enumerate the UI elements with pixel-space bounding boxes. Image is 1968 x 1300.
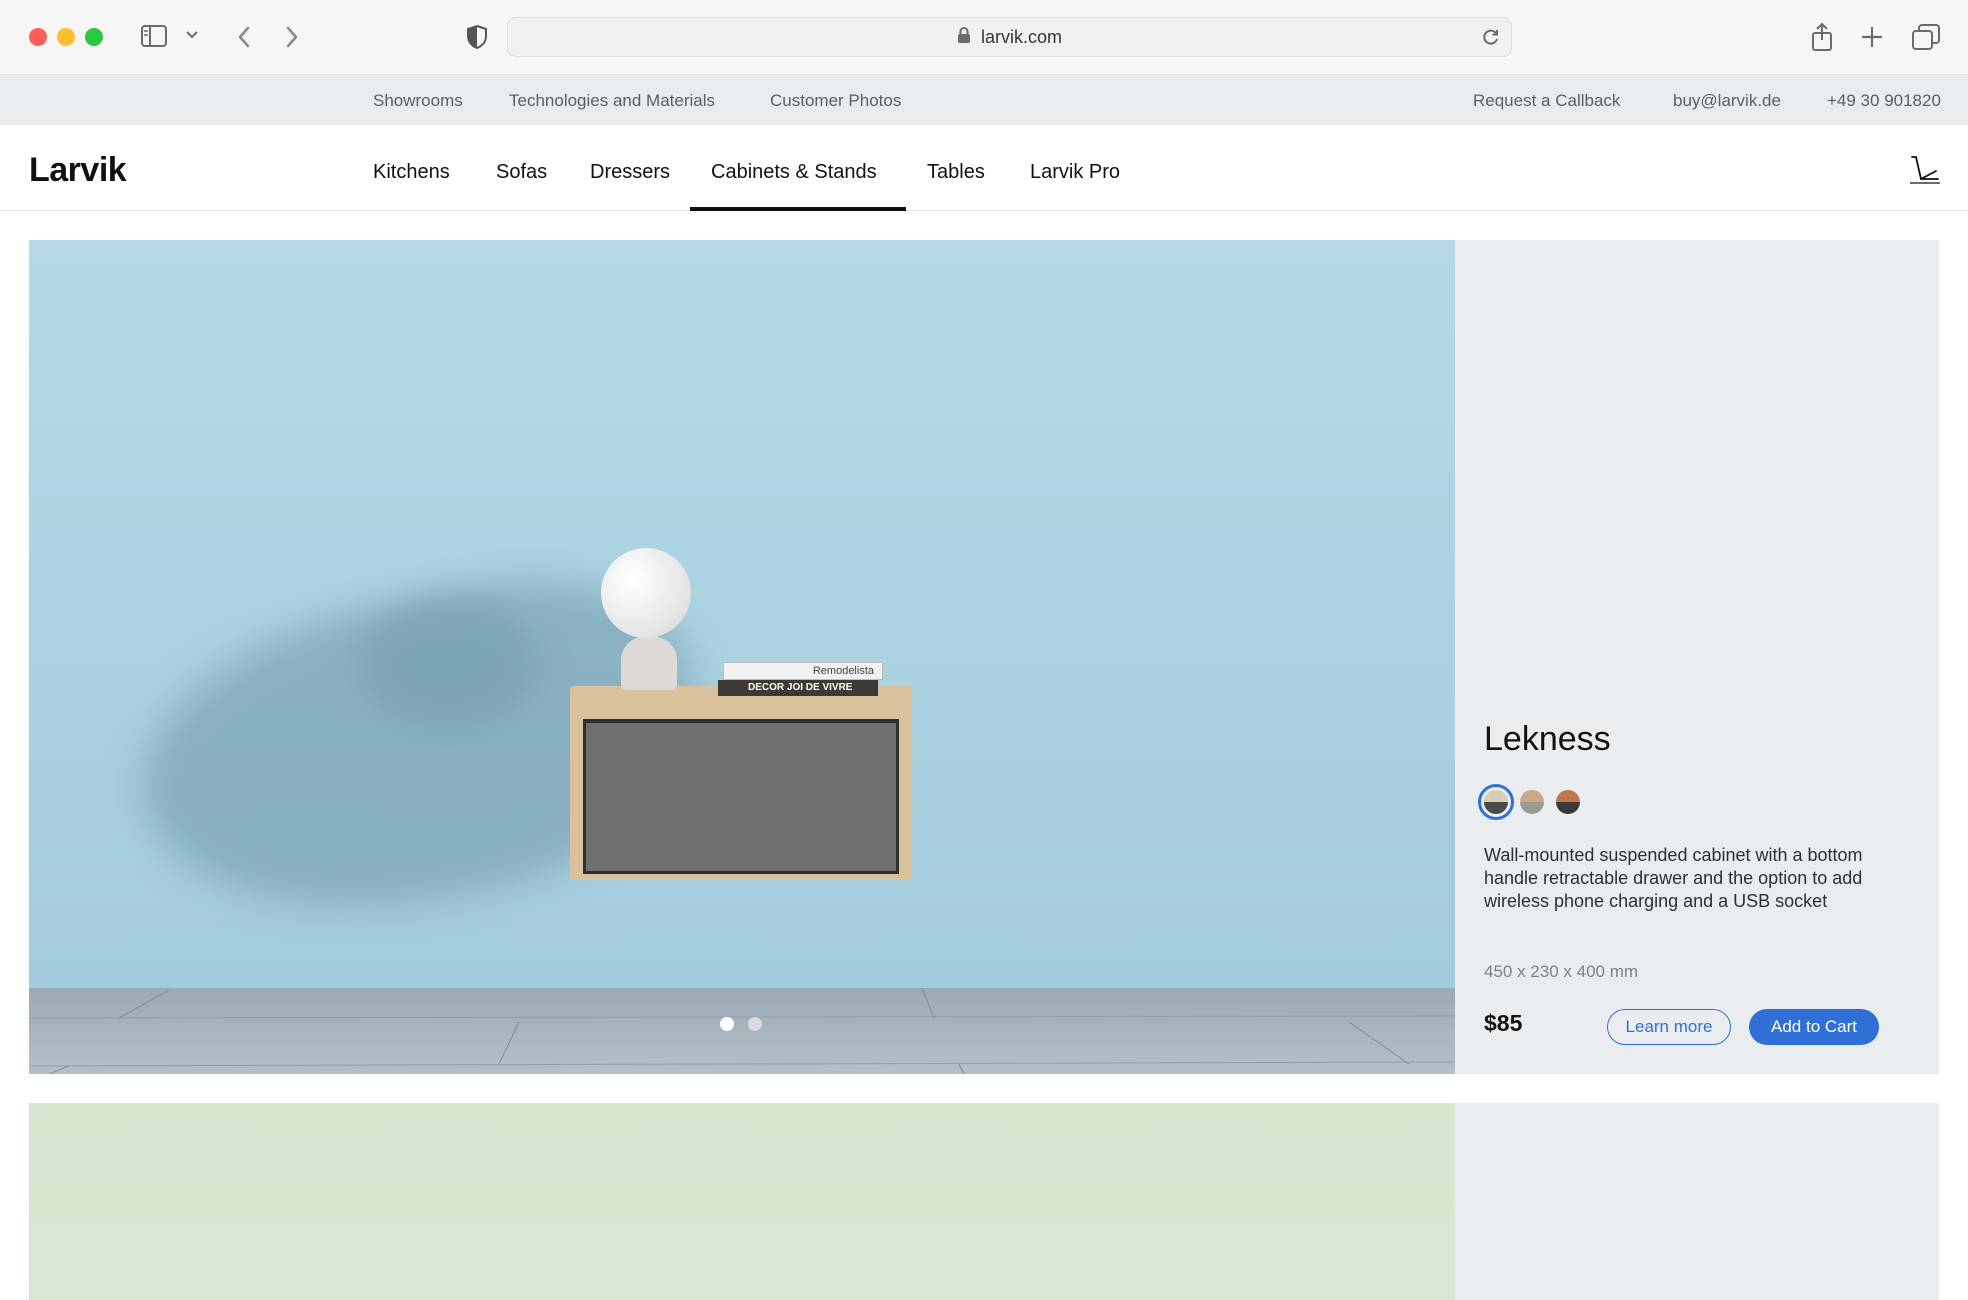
swatch-selected-ring <box>1478 784 1514 820</box>
cabinet-drawer-image <box>583 719 899 874</box>
nav-larvik-pro[interactable]: Larvik Pro <box>1030 161 1120 184</box>
product-price: $85 <box>1484 1010 1523 1036</box>
sidebar-icon[interactable] <box>141 25 167 47</box>
forward-icon[interactable] <box>284 25 300 49</box>
utility-link-showrooms[interactable]: Showrooms <box>373 91 463 111</box>
browser-toolbar: larvik.com <box>0 0 1968 75</box>
request-callback-link[interactable]: Request a Callback <box>1473 91 1620 111</box>
photo-lamp-shadow <box>359 600 539 730</box>
learn-more-button[interactable]: Learn more <box>1607 1009 1731 1045</box>
nav-kitchens[interactable]: Kitchens <box>373 161 450 184</box>
address-bar[interactable]: larvik.com <box>507 17 1512 57</box>
logo[interactable]: Larvik <box>29 151 127 190</box>
nav-sofas[interactable]: Sofas <box>496 161 547 184</box>
utility-link-technologies[interactable]: Technologies and Materials <box>509 91 715 111</box>
chevron-down-icon[interactable] <box>185 30 199 40</box>
utility-bar: Showrooms Technologies and Materials Cus… <box>0 75 1968 125</box>
carousel-dot-1[interactable] <box>720 1017 734 1031</box>
utility-link-customer-photos[interactable]: Customer Photos <box>770 91 901 111</box>
shield-icon[interactable] <box>466 24 488 50</box>
lock-icon <box>957 26 971 49</box>
carousel-dot-2[interactable] <box>748 1017 762 1031</box>
product-description: Wall-mounted suspended cabinet with a bo… <box>1484 845 1863 911</box>
plus-icon[interactable] <box>1861 26 1883 48</box>
book-bottom-image: DECOR JOI DE VIVRE <box>718 680 878 696</box>
url-text: larvik.com <box>980 26 1062 47</box>
main-navigation: Larvik Kitchens Sofas Dressers Cabinets … <box>0 125 1968 211</box>
reload-icon[interactable] <box>1481 27 1501 52</box>
product-card: Remodelista DECOR JOI DE VIVRE Lekness W… <box>29 240 1939 1074</box>
color-swatch-2[interactable] <box>1520 790 1544 814</box>
add-to-cart-button[interactable]: Add to Cart <box>1749 1009 1879 1045</box>
product-photo-2[interactable] <box>29 1103 1455 1300</box>
product-card-2 <box>29 1103 1939 1300</box>
nav-dressers[interactable]: Dressers <box>590 161 670 184</box>
product-name: Lekness <box>1484 720 1611 758</box>
tabs-icon[interactable] <box>1912 24 1940 50</box>
close-window-button[interactable] <box>29 28 47 46</box>
color-swatch-3[interactable] <box>1556 790 1580 814</box>
phone-link[interactable]: +49 30 901820 <box>1827 91 1941 111</box>
email-link[interactable]: buy@larvik.de <box>1673 91 1781 111</box>
back-icon[interactable] <box>236 25 252 49</box>
cabinet-image <box>570 686 912 880</box>
active-nav-indicator <box>690 207 906 211</box>
minimize-window-button[interactable] <box>57 28 75 46</box>
lamp-globe-image <box>601 548 691 638</box>
book-top-image: Remodelista <box>723 662 883 680</box>
cart-icon[interactable] <box>1908 153 1942 192</box>
nav-cabinets-stands[interactable]: Cabinets & Stands <box>711 161 877 184</box>
share-icon[interactable] <box>1810 22 1834 52</box>
product-dimensions: 450 x 230 x 400 mm <box>1484 962 1639 981</box>
lamp-base-image <box>621 636 677 690</box>
nav-tables[interactable]: Tables <box>927 161 985 184</box>
maximize-window-button[interactable] <box>85 28 103 46</box>
photo-floor <box>29 988 1455 1074</box>
product-info-panel: Lekness Wall-mounted suspended cabinet w… <box>1478 240 1939 1074</box>
product-photo[interactable]: Remodelista DECOR JOI DE VIVRE <box>29 240 1455 1074</box>
